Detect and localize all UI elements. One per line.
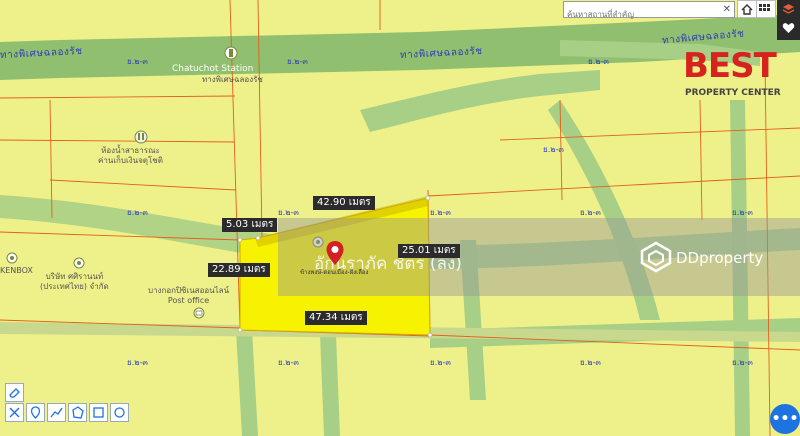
location-pin-icon[interactable] [325,240,345,266]
circle-icon [114,407,125,418]
line-icon [50,407,63,418]
measure-left-top: 5.03 เมตร [222,218,278,232]
home-icon [741,3,753,15]
pin-icon [30,406,41,419]
post-office-icon[interactable] [193,307,205,319]
eraser-tool-button[interactable] [5,383,24,402]
zone-label: ย.๒-๓ [127,358,148,367]
zone-label: ย.๒-๓ [580,358,601,367]
kenbox-pin-icon[interactable] [6,252,18,264]
grid-icon [759,4,770,11]
brand-title: BEST [683,46,777,86]
station-icon[interactable] [224,46,238,60]
station-sublabel: ทางพิเศษฉลองรัช [202,75,263,84]
rectangle-tool-button[interactable] [89,403,108,422]
zone-label: ย.๒-๓ [127,57,148,66]
zone-label: ย.๒-๓ [732,358,753,367]
station-label: Chatuchot Station [172,64,254,74]
circle-tool-button[interactable] [110,403,129,422]
company-label: บริษัท ศศิรานนท์ (ประเทศไทย) จำกัด [40,272,109,291]
brand-subtitle: PROPERTY CENTER [685,88,781,98]
zone-label: ย.๒-๓ [588,57,609,66]
zone-label: ย.๒-๓ [287,57,308,66]
eraser-icon [9,388,20,398]
more-actions-button[interactable]: ••• [770,404,800,434]
zone-label: ย.๒-๓ [127,208,148,217]
zone-label: ย.๒-๓ [430,358,451,367]
measure-tool-button[interactable] [5,403,24,422]
ddproperty-logo-icon [640,241,672,273]
measure-top: 42.90 เมตร [313,196,375,210]
toilet-icon[interactable] [134,130,148,144]
line-tool-button[interactable] [47,403,66,422]
layers-icon[interactable] [782,3,795,15]
heart-icon[interactable] [782,22,795,34]
company-pin-icon[interactable] [73,257,85,269]
pin-label: ข้างพงษ์-ดอนเมือง-ฝั่งเลือง [300,269,369,276]
side-panel [777,0,800,40]
search-input[interactable] [564,8,718,21]
toilet-label: ห้องน้ำสาธารณะ ค่านเก็บเงินจตุโชติ [98,146,163,165]
zone-label: ย.๒-๓ [543,145,564,154]
home-button[interactable] [737,0,757,18]
measure-icon [9,407,20,418]
ddproperty-watermark: DDproperty [676,249,764,267]
kenbox-label: KENBOX [0,266,33,275]
rectangle-icon [93,407,104,418]
measure-left: 22.89 เมตร [208,263,270,277]
search-box: ✕ [563,1,735,21]
polygon-tool-button[interactable] [68,403,87,422]
post-office-label: บางกอกปิซิเนสออนไลน์ Post office [148,286,230,305]
measure-bottom: 47.34 เมตร [305,311,367,325]
grid-button[interactable] [756,0,776,18]
measure-right: 25.01 เมตร [398,244,460,258]
close-icon[interactable]: ✕ [723,2,731,17]
polygon-icon [72,406,84,419]
brand-logo: BEST PROPERTY CENTER [683,46,795,102]
zone-label: ย.๒-๓ [278,358,299,367]
pin-tool-button[interactable] [26,403,45,422]
